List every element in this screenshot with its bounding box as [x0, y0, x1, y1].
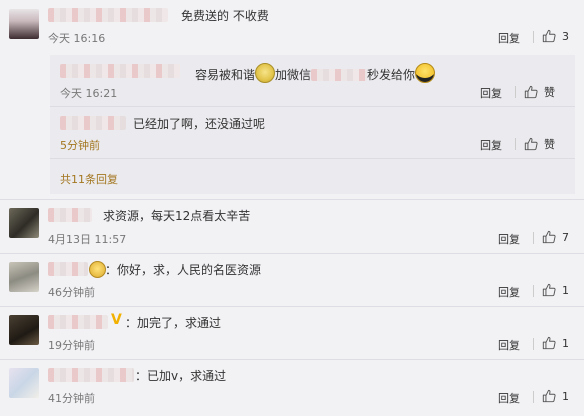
thumbs-up-icon — [524, 137, 538, 151]
like-button[interactable]: 7 — [542, 230, 569, 244]
like-count: 3 — [562, 29, 569, 43]
separator — [533, 391, 534, 403]
wechat-id-blurred — [311, 69, 368, 81]
reply-username[interactable] — [60, 64, 180, 78]
reply-text: 容易被和谐 加微信 秒发给你 — [195, 63, 436, 83]
thumbs-up-icon — [542, 29, 556, 43]
reply-list: 容易被和谐 加微信 秒发给你 今天 16:21 回复 赞 已经加了啊，还没通过呢 5… — [50, 55, 575, 194]
comment-text: ：加完了，求通过 — [125, 316, 222, 330]
crying-emoji-icon — [255, 63, 276, 83]
like-count: 7 — [562, 230, 569, 244]
like-button[interactable]: 1 — [542, 336, 569, 350]
comment-time: 46分钟前 — [48, 286, 95, 299]
thumbs-up-icon — [542, 283, 556, 297]
emoji-badge-icon — [89, 261, 106, 278]
reply-button[interactable]: 回复 — [498, 30, 520, 46]
username[interactable] — [48, 208, 92, 222]
reply-button[interactable]: 回复 — [480, 137, 502, 153]
more-replies-link[interactable]: 共11条回复 — [60, 171, 118, 187]
reply-button[interactable]: 回复 — [498, 390, 520, 406]
reply-username[interactable] — [60, 116, 126, 130]
comment-text: 免费送的 不收费 — [181, 9, 269, 23]
comment-time: 今天 16:16 — [48, 32, 106, 45]
thumbs-up-icon — [542, 389, 556, 403]
comment-time: 19分钟前 — [48, 339, 95, 352]
divider — [50, 158, 575, 159]
thumbs-up-icon — [524, 85, 538, 99]
reply-time: 今天 16:21 — [60, 87, 118, 100]
like-button[interactable]: 1 — [542, 283, 569, 297]
comment-4: V ：加完了，求通过 19分钟前 回复 1 — [0, 307, 584, 359]
avatar[interactable] — [9, 262, 39, 292]
thumbs-up-icon — [542, 230, 556, 244]
divider — [50, 106, 575, 107]
avatar[interactable] — [9, 368, 39, 398]
reply-button[interactable]: 回复 — [480, 85, 502, 101]
like-count: 1 — [562, 283, 569, 297]
like-button[interactable]: 赞 — [524, 84, 555, 100]
separator — [515, 86, 516, 98]
avatar[interactable] — [9, 315, 39, 345]
reply-text: 已经加了啊，还没通过呢 — [133, 117, 266, 131]
avatar[interactable] — [9, 208, 39, 238]
comment-3: ：你好，求，人民的名医资源 46分钟前 回复 1 — [0, 254, 584, 306]
separator — [533, 232, 534, 244]
reply-time: 5分钟前 — [60, 139, 100, 152]
reply-button[interactable]: 回复 — [498, 337, 520, 353]
username[interactable] — [48, 315, 108, 329]
like-button[interactable]: 赞 — [524, 136, 555, 152]
cool-sunglasses-emoji-icon — [415, 63, 436, 83]
reply-button[interactable]: 回复 — [498, 284, 520, 300]
comment-text: 求资源，每天12点看太辛苦 — [103, 209, 251, 223]
username[interactable] — [48, 368, 134, 382]
like-count: 1 — [562, 336, 569, 350]
like-button[interactable]: 1 — [542, 389, 569, 403]
comment-1: 免费送的 不收费 今天 16:16 回复 3 — [0, 0, 584, 55]
like-count: 1 — [562, 389, 569, 403]
comment-text: ：你好，求，人民的名医资源 — [105, 263, 262, 277]
comment-time: 41分钟前 — [48, 392, 95, 405]
separator — [515, 138, 516, 150]
verified-v-badge-icon: V — [111, 312, 122, 328]
comment-time: 4月13日 11:57 — [48, 233, 127, 246]
comment-2: 求资源，每天12点看太辛苦 4月13日 11:57 回复 7 — [0, 200, 584, 253]
like-label: 赞 — [544, 138, 555, 151]
username[interactable] — [48, 262, 88, 276]
comment-text: ：已加v，求通过 — [135, 369, 227, 383]
avatar[interactable] — [9, 9, 39, 39]
separator — [533, 338, 534, 350]
reply-button[interactable]: 回复 — [498, 231, 520, 247]
comment-5: ：已加v，求通过 41分钟前 回复 1 — [0, 360, 584, 416]
username[interactable] — [48, 8, 168, 22]
thumbs-up-icon — [542, 336, 556, 350]
separator — [533, 31, 534, 43]
like-button[interactable]: 3 — [542, 29, 569, 43]
like-label: 赞 — [544, 86, 555, 99]
separator — [533, 285, 534, 297]
